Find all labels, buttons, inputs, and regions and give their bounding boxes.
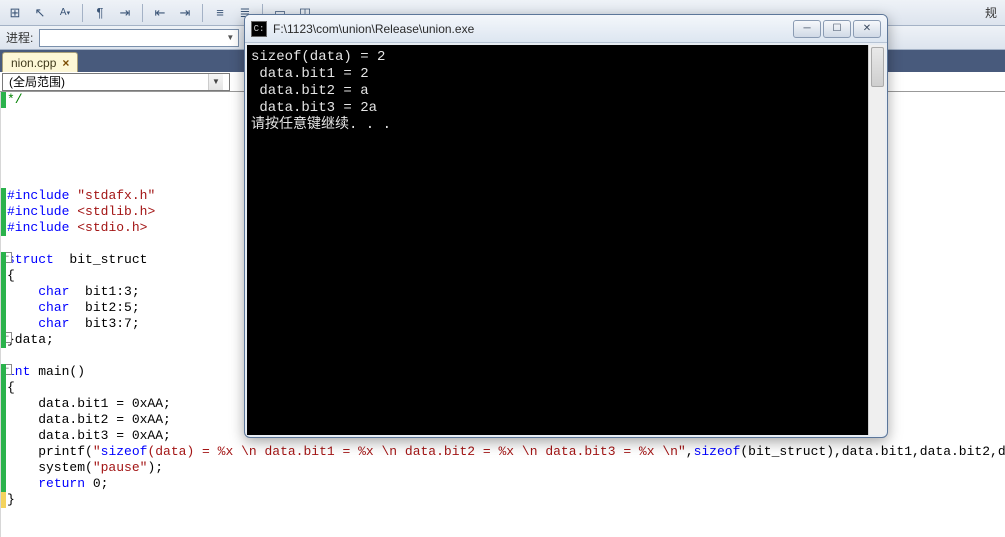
code-line[interactable]: } bbox=[7, 492, 1005, 508]
console-line: data.bit3 = 2a bbox=[251, 100, 881, 117]
toolbar-right-label: 规 bbox=[985, 4, 1001, 21]
toolbar-separator bbox=[202, 4, 203, 22]
toolbar-separator bbox=[82, 4, 83, 22]
tab-right-icon[interactable]: ⇥ bbox=[114, 2, 136, 24]
close-button[interactable]: ✕ bbox=[853, 20, 881, 38]
close-icon[interactable]: × bbox=[62, 56, 69, 70]
console-body[interactable]: sizeof(data) = 2 data.bit1 = 2 data.bit2… bbox=[247, 45, 885, 435]
maximize-button[interactable]: ☐ bbox=[823, 20, 851, 38]
console-scrollbar[interactable] bbox=[868, 45, 885, 435]
scope-combo-value: (全局范围) bbox=[9, 73, 65, 90]
toolbar-separator bbox=[142, 4, 143, 22]
minimize-button[interactable]: ─ bbox=[793, 20, 821, 38]
tab-label: nion.cpp bbox=[11, 56, 56, 70]
indent-right-icon[interactable]: ⇥ bbox=[174, 2, 196, 24]
scope-combo[interactable]: (全局范围) ▼ bbox=[2, 73, 230, 91]
process-combo[interactable]: ▼ bbox=[39, 29, 239, 47]
console-line: data.bit2 = a bbox=[251, 83, 881, 100]
code-line[interactable]: return 0; bbox=[7, 476, 1005, 492]
code-line[interactable]: printf("sizeof(data) = %x \n data.bit1 =… bbox=[7, 444, 1005, 460]
chevron-down-icon: ▼ bbox=[208, 74, 223, 90]
console-line: 请按任意键继续. . . bbox=[251, 117, 881, 134]
console-window: C: F:\1123\com\union\Release\union.exe ─… bbox=[244, 14, 888, 438]
console-titlebar[interactable]: C: F:\1123\com\union\Release\union.exe ─… bbox=[245, 15, 887, 43]
console-line: sizeof(data) = 2 bbox=[251, 49, 881, 66]
code-line[interactable]: system("pause"); bbox=[7, 460, 1005, 476]
indent-left-icon[interactable]: ⇤ bbox=[149, 2, 171, 24]
break-icon[interactable]: ¶ bbox=[89, 2, 111, 24]
tab-order-icon[interactable]: ⊞ bbox=[4, 2, 26, 24]
chevron-down-icon: ▼ bbox=[226, 33, 234, 42]
tab-file[interactable]: nion.cpp × bbox=[2, 52, 78, 72]
cmd-icon: C: bbox=[251, 21, 267, 37]
cursor-icon[interactable]: ↖ bbox=[29, 2, 51, 24]
comment-icon[interactable]: ≡ bbox=[209, 2, 231, 24]
font-size-icon[interactable]: A▾ bbox=[54, 2, 76, 24]
console-title: F:\1123\com\union\Release\union.exe bbox=[273, 22, 787, 36]
console-line: data.bit1 = 2 bbox=[251, 66, 881, 83]
process-label: 进程: bbox=[6, 29, 33, 46]
scrollbar-thumb[interactable] bbox=[871, 47, 884, 87]
